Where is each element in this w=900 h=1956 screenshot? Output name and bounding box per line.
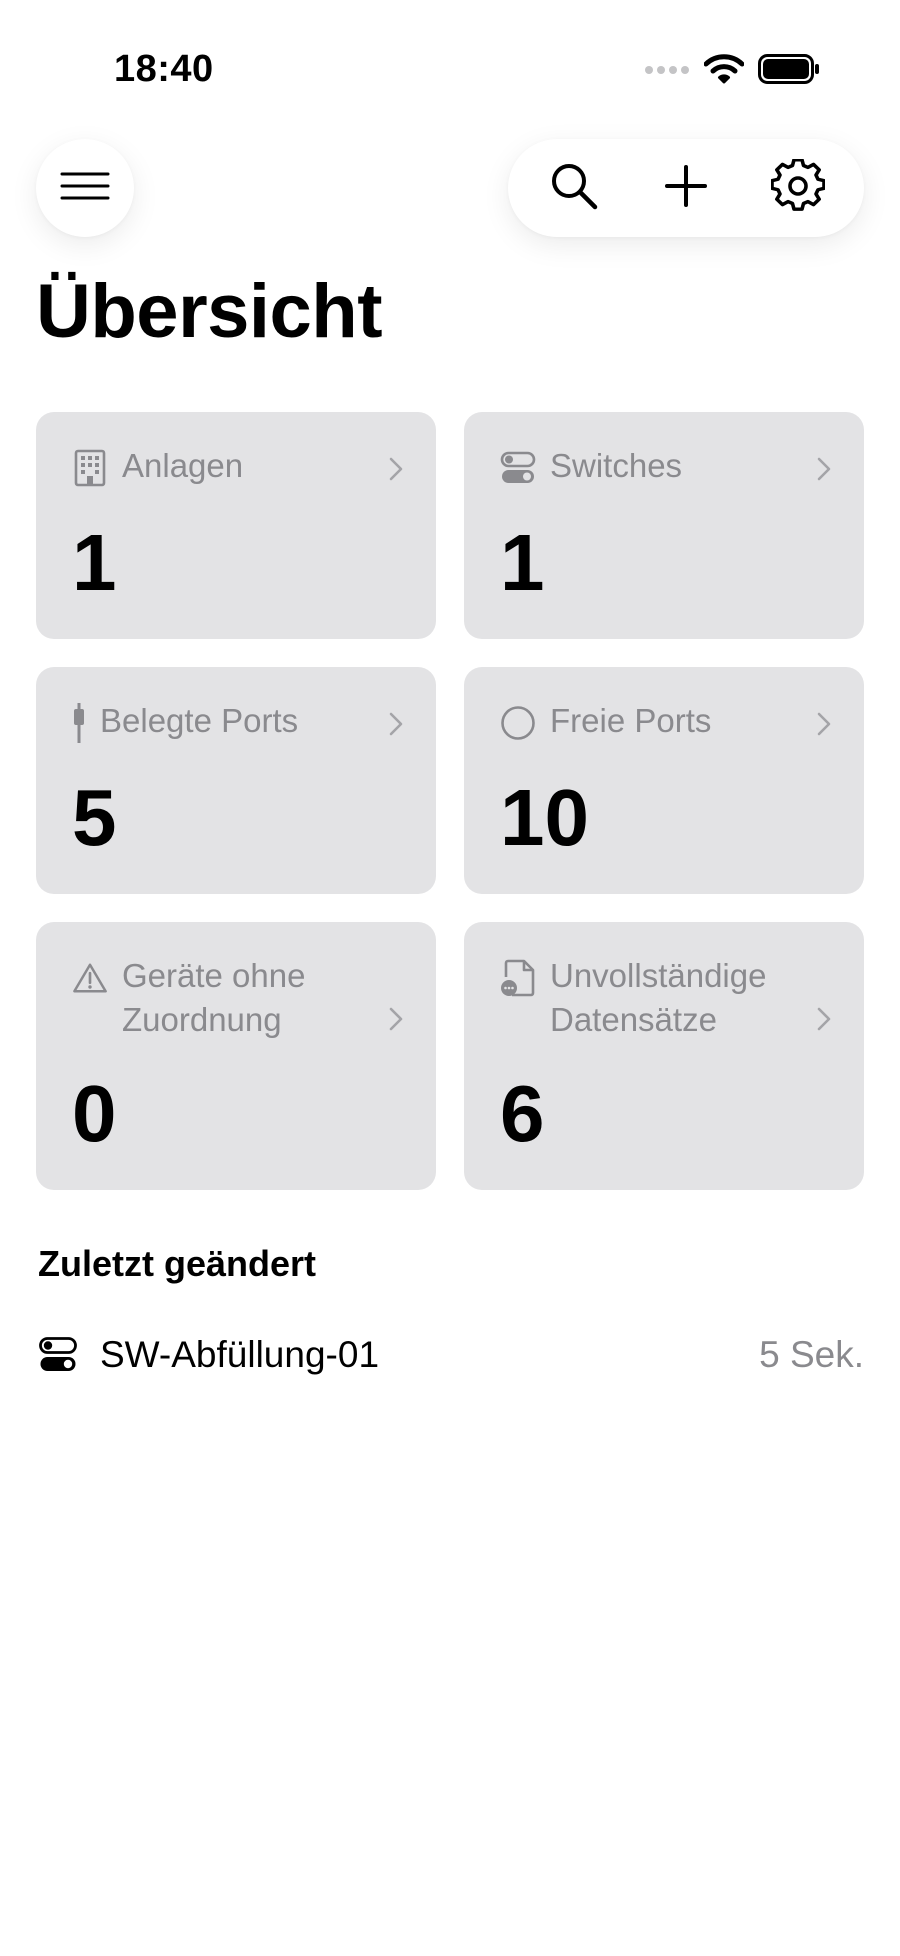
switch-toggle-icon — [500, 448, 536, 488]
card-value: 0 — [72, 1069, 117, 1158]
chevron-right-icon — [816, 456, 832, 487]
card-header: Geräte ohne Zuordnung — [72, 954, 366, 1042]
card-unvollstaendige-datensaetze[interactable]: Unvollständige Datensätze 6 — [464, 922, 864, 1190]
plus-icon — [664, 164, 708, 213]
page-title: Übersicht — [36, 269, 383, 354]
recent-item-name: SW-Abfüllung-01 — [100, 1334, 380, 1375]
recent-section-title: Zuletzt geändert — [38, 1243, 317, 1284]
gear-icon — [770, 157, 826, 218]
card-geraete-ohne-zuordnung[interactable]: Geräte ohne Zuordnung 0 — [36, 922, 436, 1190]
warning-triangle-icon — [72, 958, 108, 998]
card-value: 6 — [500, 1069, 545, 1158]
building-icon — [72, 448, 108, 488]
battery-icon — [758, 54, 820, 89]
recent-item[interactable]: SW-Abfüllung-01 5 Sek. — [38, 1320, 864, 1390]
card-anlagen[interactable]: Anlagen 1 — [36, 412, 436, 639]
hamburger-menu-icon — [60, 171, 110, 206]
document-ellipsis-icon — [500, 958, 536, 998]
chevron-right-icon — [388, 711, 404, 742]
card-label: Unvollständige Datensätze — [550, 957, 767, 1038]
chevron-right-icon — [816, 1006, 832, 1037]
card-value: 1 — [72, 518, 117, 607]
cable-plug-icon — [72, 703, 86, 743]
search-icon — [549, 161, 599, 216]
card-belegte-ports[interactable]: Belegte Ports 5 — [36, 667, 436, 894]
overview-grid: Anlagen 1 Switches 1 Belegte Ports 5 Fre… — [36, 412, 864, 1190]
add-button[interactable] — [641, 143, 731, 233]
status-bar: 18:40 — [0, 0, 900, 140]
card-label: Geräte ohne Zuordnung — [122, 957, 306, 1038]
card-value: 10 — [500, 773, 589, 862]
header-toolbar — [508, 139, 864, 237]
switch-toggle-icon — [38, 1335, 78, 1375]
cellular-signal-icon — [644, 63, 690, 81]
wifi-icon — [703, 54, 745, 89]
card-value: 1 — [500, 518, 545, 607]
empty-circle-icon — [500, 703, 536, 743]
card-header: Belegte Ports — [72, 699, 366, 743]
card-header: Anlagen — [72, 444, 366, 488]
card-header: Unvollständige Datensätze — [500, 954, 794, 1042]
status-icons — [644, 54, 820, 89]
card-header: Switches — [500, 444, 794, 488]
card-label: Freie Ports — [550, 702, 712, 739]
chevron-right-icon — [816, 711, 832, 742]
card-label: Belegte Ports — [100, 702, 299, 739]
settings-button[interactable] — [753, 143, 843, 233]
card-label: Anlagen — [122, 447, 244, 484]
card-value: 5 — [72, 773, 117, 862]
chevron-right-icon — [388, 1006, 404, 1037]
card-header: Freie Ports — [500, 699, 794, 743]
search-button[interactable] — [529, 143, 619, 233]
chevron-right-icon — [388, 456, 404, 487]
card-switches[interactable]: Switches 1 — [464, 412, 864, 639]
status-time: 18:40 — [114, 48, 214, 90]
menu-button[interactable] — [36, 139, 134, 237]
recent-item-time: 5 Sek. — [759, 1334, 864, 1375]
card-freie-ports[interactable]: Freie Ports 10 — [464, 667, 864, 894]
card-label: Switches — [550, 447, 683, 484]
